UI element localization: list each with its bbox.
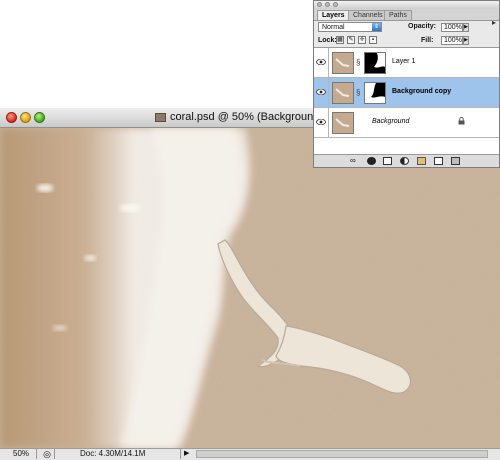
new-group-icon[interactable] — [417, 157, 426, 165]
lock-label: Lock: — [318, 37, 337, 44]
palette-collapse-button[interactable] — [325, 2, 330, 7]
mask-link-icon[interactable]: § — [356, 58, 360, 67]
lock-image-icon[interactable]: ✎ — [347, 36, 355, 44]
layer-row-background-copy[interactable]: § Background copy — [314, 78, 499, 108]
visibility-toggle[interactable] — [314, 48, 329, 77]
palette-tabs: Layers Channels Paths ▸ — [314, 9, 499, 27]
opacity-label: Opacity: — [408, 23, 437, 30]
status-bar: 50% ◎ Doc: 4.30M/14.1M ▶ — [0, 448, 500, 460]
link-layers-icon[interactable]: ∞ — [350, 157, 359, 165]
layers-palette: Layers Channels Paths ▸ Normal ⇕ Opacity… — [313, 0, 500, 168]
layer-mask-thumbnail[interactable] — [364, 82, 386, 104]
add-mask-icon[interactable] — [383, 157, 392, 165]
minimize-window-button[interactable] — [20, 112, 31, 123]
eye-icon — [316, 89, 326, 95]
tab-layers[interactable]: Layers — [317, 10, 350, 20]
opacity-field[interactable]: 100% — [441, 23, 463, 32]
blend-mode-value: Normal — [322, 24, 345, 31]
zoom-level-field[interactable]: 50% — [3, 449, 37, 459]
layer-row-background[interactable]: Background — [314, 108, 499, 138]
document-size-info: Doc: 4.30M/14.1M — [80, 449, 181, 459]
eye-icon — [316, 119, 326, 125]
horizontal-scrollbar[interactable] — [196, 450, 488, 458]
visibility-toggle[interactable] — [314, 108, 329, 137]
coral-photo — [0, 128, 500, 448]
layer-row-layer-1[interactable]: § Layer 1 — [314, 48, 499, 78]
palette-bottom-bar: ∞ — [314, 154, 499, 167]
layer-name[interactable]: Background copy — [392, 88, 451, 95]
layer-name[interactable]: Layer 1 — [392, 58, 415, 65]
blend-mode-select[interactable]: Normal ⇕ — [318, 22, 382, 32]
lock-position-icon[interactable]: ✛ — [358, 36, 366, 44]
fill-slider-arrow-icon[interactable]: ▶ — [463, 36, 469, 45]
adjustment-layer-icon[interactable] — [400, 157, 409, 165]
lock-all-icon[interactable]: ▪ — [369, 36, 377, 44]
blend-row: Normal ⇕ Opacity: 100% ▶ — [314, 21, 499, 34]
eye-icon — [316, 59, 326, 65]
layer-list: § Layer 1 § Background copy Background — [314, 48, 499, 156]
status-options-button[interactable]: ◎ — [40, 449, 55, 459]
palette-zoom-button[interactable] — [333, 2, 338, 7]
image-canvas[interactable] — [0, 128, 500, 448]
layer-style-icon[interactable] — [367, 157, 376, 165]
document-proxy-icon[interactable] — [155, 113, 166, 122]
layer-thumbnail[interactable] — [332, 52, 354, 74]
layer-mask-thumbnail[interactable] — [364, 52, 386, 74]
layer-name[interactable]: Background — [372, 118, 409, 125]
palette-close-button[interactable] — [317, 2, 322, 7]
tab-paths[interactable]: Paths — [384, 10, 412, 20]
lock-row: Lock: ▦ ✎ ✛ ▪ Fill: 100% ▶ — [314, 34, 499, 48]
select-arrows-icon: ⇕ — [372, 23, 381, 31]
visibility-toggle[interactable] — [314, 78, 329, 107]
zoom-window-button[interactable] — [34, 112, 45, 123]
opacity-slider-arrow-icon[interactable]: ▶ — [463, 23, 469, 32]
status-menu-arrow-icon[interactable]: ▶ — [184, 449, 189, 459]
tab-channels[interactable]: Channels — [348, 10, 388, 20]
layer-thumbnail[interactable] — [332, 112, 354, 134]
lock-transparent-icon[interactable]: ▦ — [336, 36, 344, 44]
fill-label: Fill: — [421, 37, 434, 44]
lock-icon — [458, 117, 465, 125]
layer-thumbnail[interactable] — [332, 82, 354, 104]
new-layer-icon[interactable] — [434, 157, 443, 165]
trash-icon[interactable] — [451, 157, 460, 165]
mask-link-icon[interactable]: § — [356, 88, 360, 97]
fill-field[interactable]: 100% — [441, 36, 463, 45]
close-window-button[interactable] — [6, 112, 17, 123]
